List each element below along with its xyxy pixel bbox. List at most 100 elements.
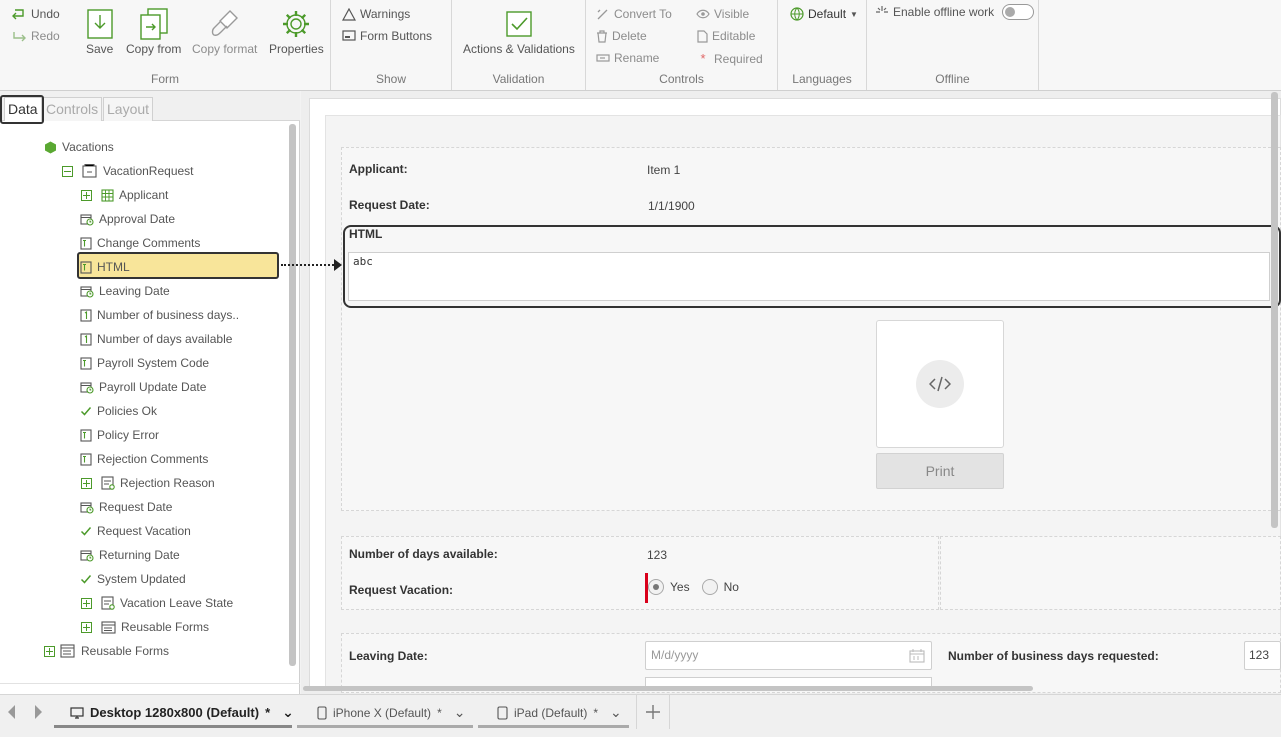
eye-icon: [696, 9, 710, 19]
redo-icon: [13, 32, 26, 42]
tab-layout[interactable]: Layout: [103, 97, 154, 121]
tree-item-label: Reusable Forms: [121, 620, 210, 634]
tree-item-rejection-reason[interactable]: Rejection Reason: [81, 473, 215, 493]
device-bar: Desktop 1280x800 (Default) * ⌄ iPhone X …: [0, 694, 1281, 737]
collapse-toggle[interactable]: [62, 165, 73, 177]
chevron-down-icon[interactable]: ⌄: [610, 704, 622, 721]
desktop-icon: [70, 706, 84, 719]
tree-item-label: Number of days available: [97, 332, 233, 346]
save-icon: [86, 9, 113, 39]
tree-entity-vacationrequest[interactable]: VacationRequest: [62, 161, 194, 181]
trash-icon: [597, 29, 607, 43]
chevron-down-icon[interactable]: ⌄: [282, 704, 294, 721]
scroll-left-arrow-icon[interactable]: [8, 705, 15, 719]
copy-format-button[interactable]: Copy format: [192, 6, 257, 56]
entity-icon: [101, 476, 115, 490]
required-button[interactable]: * Required: [696, 51, 762, 66]
tree-item-leaving-date[interactable]: Leaving Date: [80, 281, 170, 301]
tree-item-request-date[interactable]: Request Date: [80, 497, 172, 517]
canvas-vertical-scrollbar[interactable]: [1271, 92, 1278, 528]
leaving-date-placeholder: M/d/yyyy: [651, 648, 699, 662]
plus-icon: [646, 705, 660, 719]
tree-item-number-of-days-available[interactable]: Number of days available: [80, 329, 232, 349]
tree-item-approval-date[interactable]: Approval Date: [80, 209, 175, 229]
tree-item-label: Payroll System Code: [97, 356, 210, 370]
expand-toggle[interactable]: [81, 189, 92, 201]
days-available-value[interactable]: 123: [647, 548, 667, 562]
check-icon: [80, 405, 92, 417]
redo-button[interactable]: Redo: [11, 29, 60, 43]
ribbon-group-languages: Default ▼ Languages: [778, 0, 867, 90]
tree-item-rejection-comments[interactable]: Rejection Comments: [80, 449, 208, 469]
form-buttons-button[interactable]: Form Buttons: [342, 29, 432, 43]
copy-from-button[interactable]: Copy from: [126, 6, 181, 56]
date-icon: [80, 285, 94, 298]
business-days-input[interactable]: 123: [1244, 641, 1281, 670]
expand-toggle[interactable]: [81, 621, 92, 633]
tree-scrollbar[interactable]: [289, 124, 296, 666]
tree-item-label: Leaving Date: [99, 284, 170, 298]
tree-item-policy-error[interactable]: Policy Error: [80, 425, 159, 445]
date-icon: [80, 213, 94, 226]
business-days-label: Number of business days requested:: [948, 649, 1159, 663]
add-device-button[interactable]: [636, 695, 670, 729]
applicant-value[interactable]: Item 1: [647, 163, 680, 177]
save-button[interactable]: Save: [86, 6, 113, 56]
expand-toggle[interactable]: [44, 645, 55, 657]
rename-icon: [596, 54, 610, 62]
tree-item-label: Rejection Reason: [120, 476, 215, 490]
warnings-button[interactable]: Warnings: [342, 7, 410, 21]
ribbon-group-controls: Convert To Delete Rename Visible Editabl…: [586, 0, 778, 90]
expand-toggle[interactable]: [81, 597, 92, 609]
offline-switch[interactable]: [1002, 4, 1035, 20]
tree-item-payroll-system-code[interactable]: Payroll System Code: [80, 353, 209, 373]
html-content-control[interactable]: [876, 320, 1004, 448]
tree-item-label: Applicant: [119, 188, 169, 202]
tree-item-applicant[interactable]: Applicant: [81, 185, 168, 205]
tree-item-change-comments[interactable]: Change Comments: [80, 233, 200, 253]
copy-from-icon: [139, 8, 168, 40]
tree-item-number-of-business-days[interactable]: Number of business days..: [80, 305, 239, 325]
expand-toggle[interactable]: [81, 477, 92, 489]
tree-item-vacation-leave-state[interactable]: Vacation Leave State: [81, 593, 233, 613]
tree-item-request-vacation[interactable]: Request Vacation: [80, 521, 191, 541]
canvas-horizontal-scrollbar[interactable]: [303, 686, 1033, 691]
ribbon-group-validation: Actions & Validations Validation: [452, 0, 586, 90]
radio-no[interactable]: [701, 579, 718, 595]
rename-button[interactable]: Rename: [596, 51, 659, 65]
tab-controls[interactable]: Controls: [42, 97, 103, 121]
tree-item-label: Policies Ok: [97, 404, 158, 418]
delete-button[interactable]: Delete: [596, 29, 647, 43]
offline-toggle[interactable]: Enable offline work: [875, 4, 1035, 20]
tree-item-returning-date[interactable]: Returning Date: [80, 545, 180, 565]
tree-item-label: Payroll Update Date: [99, 380, 207, 394]
group-label-show: Show: [375, 72, 407, 86]
language-dropdown[interactable]: Default ▼: [790, 7, 858, 21]
properties-button[interactable]: Properties: [269, 6, 324, 56]
request-date-value[interactable]: 1/1/1900: [648, 199, 695, 213]
radio-yes-label: Yes: [670, 580, 690, 594]
ribbon-group-form: Undo Redo Save Copy from Copy format Pro…: [0, 0, 331, 90]
actions-validations-button[interactable]: Actions & Validations: [463, 6, 575, 56]
scroll-right-arrow-icon[interactable]: [35, 705, 42, 719]
chevron-down-icon[interactable]: ⌄: [454, 704, 466, 721]
tree-item-payroll-update-date[interactable]: Payroll Update Date: [80, 377, 206, 397]
tree-root-vacations[interactable]: Vacations: [44, 137, 114, 157]
tree-root-reusable-forms[interactable]: Reusable Forms: [44, 641, 169, 661]
number-icon: [80, 308, 92, 322]
tree-item-html[interactable]: HTML: [80, 257, 130, 277]
tree-item-reusable-forms[interactable]: Reusable Forms: [81, 617, 209, 637]
request-vacation-radio-group: Yes No: [648, 579, 739, 595]
radio-yes[interactable]: [648, 579, 664, 595]
tree-item-system-updated[interactable]: System Updated: [80, 569, 186, 589]
convert-to-button[interactable]: Convert To: [596, 7, 672, 21]
visible-button[interactable]: Visible: [696, 7, 749, 21]
undo-button[interactable]: Undo: [11, 7, 60, 21]
editable-button[interactable]: Editable: [696, 29, 755, 43]
calendar-icon[interactable]: [909, 649, 925, 663]
tree-item-policies-ok[interactable]: Policies Ok: [80, 401, 157, 421]
print-button[interactable]: Print: [876, 453, 1004, 489]
tree-item-label: HTML: [97, 260, 130, 274]
leaving-date-input[interactable]: M/d/yyyy: [645, 641, 932, 670]
device-tab-ipad-underline: [478, 725, 629, 728]
